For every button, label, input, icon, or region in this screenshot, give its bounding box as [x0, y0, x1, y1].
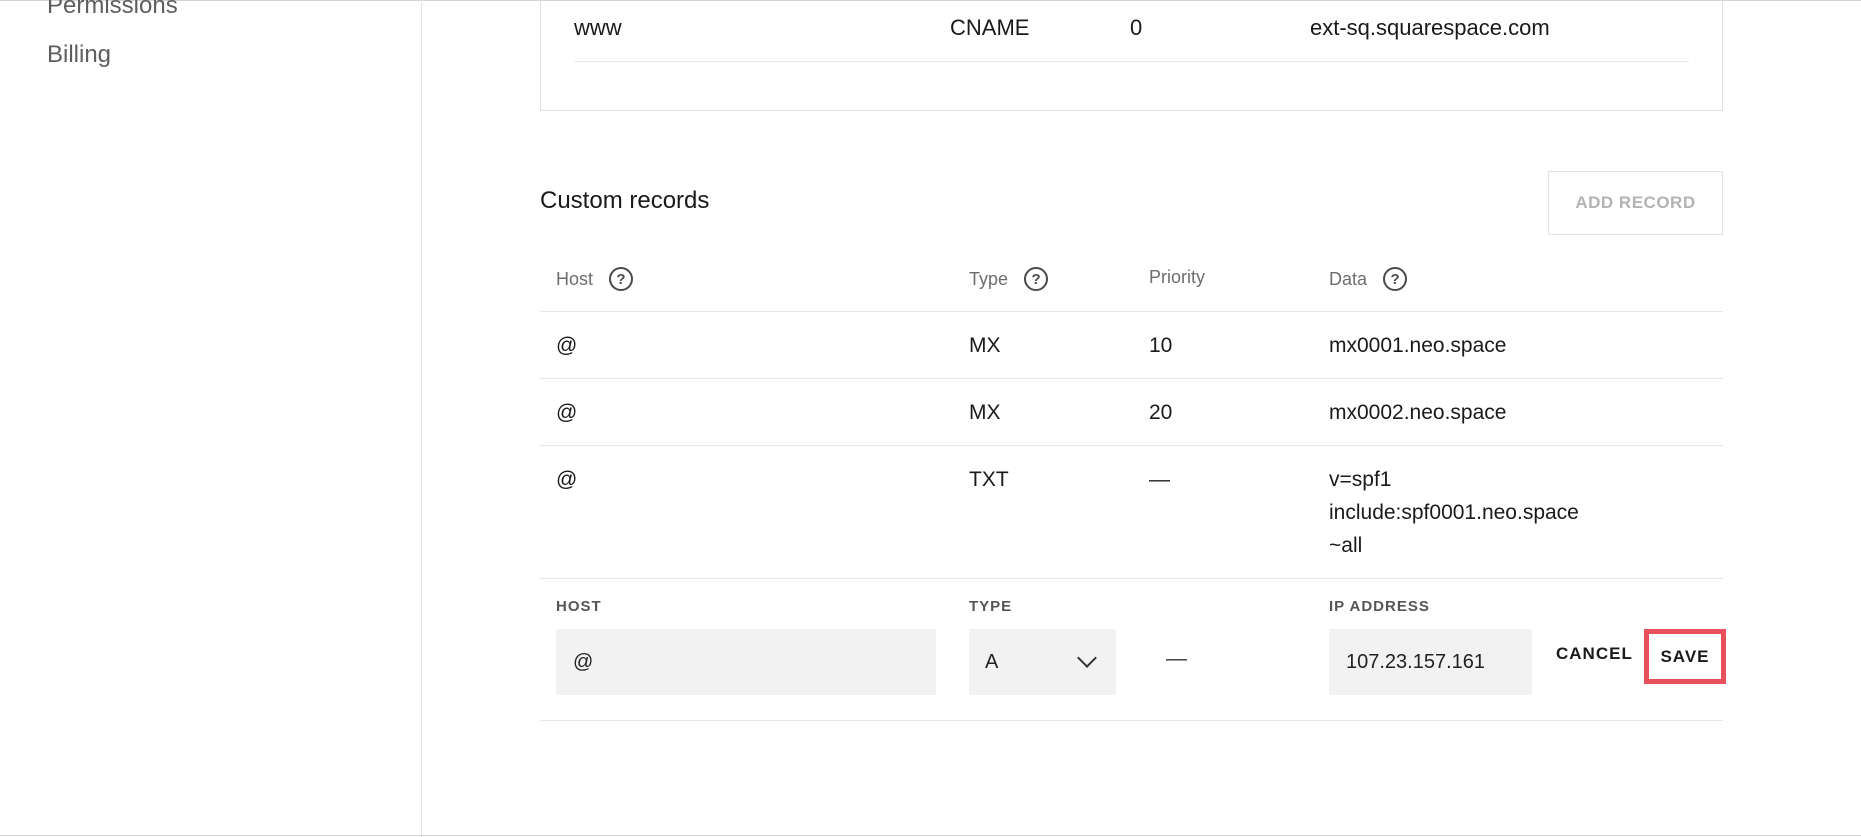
host-input[interactable]: @	[556, 629, 936, 695]
help-icon[interactable]: ?	[1383, 267, 1408, 291]
record-data: ext-sq.squarespace.com	[1310, 15, 1550, 40]
record-host: @	[556, 334, 578, 357]
column-header-label: Host	[556, 268, 594, 289]
column-header-label: Data	[1329, 268, 1368, 289]
record-data: mx0002.neo.space	[1329, 401, 1507, 424]
record-priority: 20	[1149, 401, 1173, 424]
save-button[interactable]: SAVE	[1644, 629, 1726, 684]
settings-sidebar: Permissions Billing	[0, 0, 422, 837]
type-select-value: A	[985, 650, 999, 673]
column-header-type: Type ?	[969, 267, 1049, 291]
help-icon[interactable]: ?	[1024, 267, 1049, 291]
cancel-button[interactable]: CANCEL	[1556, 644, 1633, 664]
table-row: www CNAME 0 ext-sq.squarespace.com	[574, 0, 1689, 62]
column-header-priority: Priority	[1149, 267, 1205, 288]
priority-placeholder: —	[1166, 647, 1187, 670]
record-priority: —	[1149, 468, 1170, 491]
add-record-button[interactable]: ADD RECORD	[1548, 171, 1723, 235]
section-title: Custom records	[540, 187, 710, 214]
type-field-label: TYPE	[969, 598, 1013, 615]
record-data: mx0001.neo.space	[1329, 334, 1507, 357]
bottom-divider	[0, 835, 1861, 836]
sidebar-item-billing[interactable]: Billing	[47, 41, 111, 69]
record-priority: 10	[1149, 334, 1173, 357]
sidebar-item-permissions[interactable]: Permissions	[47, 0, 178, 20]
divider	[540, 720, 1723, 721]
help-icon[interactable]: ?	[609, 267, 634, 291]
column-header-label: Priority	[1149, 267, 1206, 287]
record-data: v=spf1 include:spf0001.neo.space ~all	[1329, 468, 1579, 557]
column-header-host: Host ?	[556, 267, 634, 291]
record-type: MX	[969, 401, 1001, 424]
squarespace-defaults-card: www CNAME 0 ext-sq.squarespace.com	[540, 0, 1723, 111]
divider	[540, 378, 1723, 379]
host-input-value: @	[573, 650, 594, 673]
ip-address-input[interactable]: 107.23.157.161	[1329, 629, 1532, 695]
record-type: CNAME	[950, 15, 1030, 40]
chevron-down-icon	[1077, 648, 1097, 668]
type-select[interactable]: A	[969, 629, 1116, 695]
record-type: MX	[969, 334, 1001, 357]
divider	[540, 311, 1723, 312]
record-host: @	[556, 401, 578, 424]
record-host: www	[574, 15, 622, 40]
ip-address-input-value: 107.23.157.161	[1346, 650, 1486, 673]
record-host: @	[556, 468, 578, 491]
ip-address-field-label: IP ADDRESS	[1329, 598, 1430, 615]
record-priority: 0	[1130, 15, 1143, 40]
column-header-label: Type	[969, 268, 1009, 289]
host-field-label: HOST	[556, 598, 602, 615]
record-type: TXT	[969, 468, 1009, 491]
divider	[540, 445, 1723, 446]
divider	[540, 578, 1723, 579]
column-header-data: Data ?	[1329, 267, 1408, 291]
